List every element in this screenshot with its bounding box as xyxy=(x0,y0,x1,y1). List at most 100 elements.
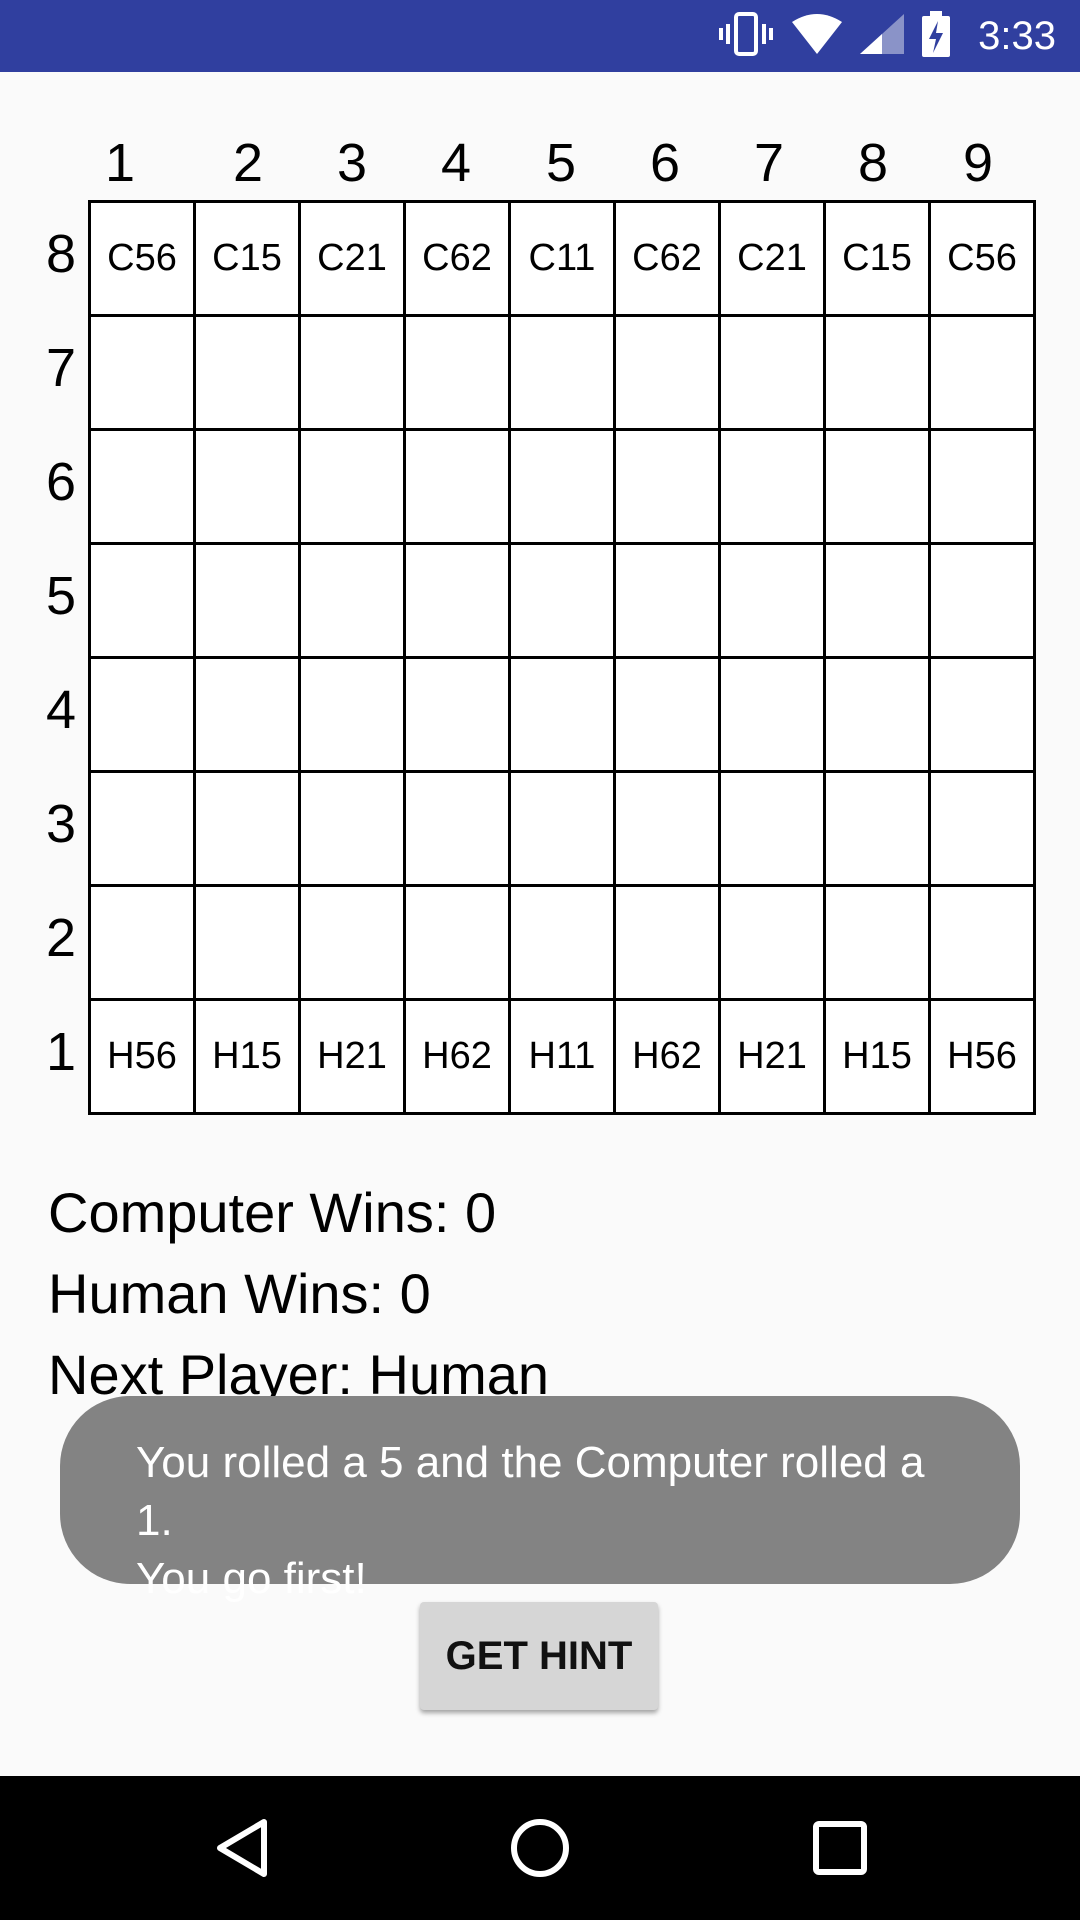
column-label: 3 xyxy=(336,133,368,193)
board-cell[interactable] xyxy=(511,545,613,656)
board-cell[interactable]: H56 xyxy=(91,1001,193,1112)
board-cell[interactable] xyxy=(91,431,193,542)
toast-message: You rolled a 5 and the Computer rolled a… xyxy=(60,1396,1020,1603)
board-cell[interactable]: H21 xyxy=(301,1001,403,1112)
board-cell[interactable] xyxy=(301,431,403,542)
board-cell[interactable] xyxy=(406,431,508,542)
board-cell[interactable] xyxy=(721,431,823,542)
board-cell[interactable] xyxy=(91,773,193,884)
board-cell[interactable] xyxy=(616,431,718,542)
board-cell[interactable] xyxy=(826,887,928,998)
board-cell[interactable] xyxy=(616,887,718,998)
board-cell[interactable] xyxy=(196,773,298,884)
board-cell[interactable] xyxy=(406,887,508,998)
status-time: 3:33 xyxy=(978,13,1056,58)
get-hint-button[interactable]: GET HINT xyxy=(420,1602,658,1710)
status-bar: 3:33 xyxy=(0,0,1080,72)
battery-charging-icon xyxy=(922,10,951,62)
board-cell[interactable]: H62 xyxy=(616,1001,718,1112)
board-cell[interactable] xyxy=(511,659,613,770)
board-cell[interactable] xyxy=(721,545,823,656)
board-cell[interactable] xyxy=(931,317,1033,428)
column-label: 8 xyxy=(857,133,889,193)
board-cell[interactable] xyxy=(301,317,403,428)
board-cell[interactable] xyxy=(406,317,508,428)
board-cell[interactable] xyxy=(91,317,193,428)
wifi-icon xyxy=(792,13,843,59)
board-cell[interactable] xyxy=(511,887,613,998)
board-cell[interactable] xyxy=(931,545,1033,656)
column-label: 6 xyxy=(649,133,681,193)
recents-icon[interactable] xyxy=(808,1816,872,1880)
stats-panel: Computer Wins: 0 Human Wins: 0 Next Play… xyxy=(48,1172,549,1415)
board-cell[interactable] xyxy=(616,659,718,770)
board-cell[interactable]: C21 xyxy=(301,203,403,314)
board-cell[interactable]: H15 xyxy=(826,1001,928,1112)
board-cell[interactable]: C11 xyxy=(511,203,613,314)
board-cell[interactable] xyxy=(721,659,823,770)
board-cell[interactable] xyxy=(406,545,508,656)
board-cell[interactable] xyxy=(616,545,718,656)
board-cell[interactable] xyxy=(931,431,1033,542)
board-cell[interactable] xyxy=(931,887,1033,998)
column-label: 9 xyxy=(962,133,994,193)
board-cell[interactable] xyxy=(196,545,298,656)
board-cell[interactable]: C56 xyxy=(91,203,193,314)
board-cell[interactable] xyxy=(301,773,403,884)
board-cell[interactable] xyxy=(511,773,613,884)
board-cell[interactable] xyxy=(616,773,718,884)
home-icon[interactable] xyxy=(508,1816,572,1880)
board-cell[interactable] xyxy=(826,659,928,770)
board-cell[interactable]: H11 xyxy=(511,1001,613,1112)
board-cell[interactable]: H21 xyxy=(721,1001,823,1112)
board-cell[interactable] xyxy=(511,317,613,428)
board-cell[interactable]: C56 xyxy=(931,203,1033,314)
board-cell[interactable] xyxy=(721,773,823,884)
board-cell[interactable] xyxy=(196,431,298,542)
column-labels: 1 2 3 4 5 6 7 8 9 xyxy=(0,128,1080,198)
board-cell[interactable]: C62 xyxy=(406,203,508,314)
row-label: 5 xyxy=(45,566,77,626)
computer-wins: Computer Wins: 0 xyxy=(48,1181,497,1244)
row-label: 7 xyxy=(45,338,77,398)
board-cell[interactable] xyxy=(721,317,823,428)
board-cell[interactable] xyxy=(196,659,298,770)
row-label: 8 xyxy=(45,224,77,284)
column-label: 4 xyxy=(440,133,472,193)
board-cell[interactable] xyxy=(406,773,508,884)
board-cell[interactable] xyxy=(196,887,298,998)
column-label: 7 xyxy=(753,133,785,193)
board-cell[interactable]: H15 xyxy=(196,1001,298,1112)
game-board: C56 C15 C21 C62 C11 C62 C21 C15 C56 H56 H15 H21 H62 H… xyxy=(88,200,1036,1115)
board-cell[interactable]: C15 xyxy=(826,203,928,314)
row-label: 3 xyxy=(45,794,77,854)
board-cell[interactable] xyxy=(511,431,613,542)
cellular-signal-icon xyxy=(860,13,905,59)
board-cell[interactable]: C15 xyxy=(196,203,298,314)
status-icons: 3:33 xyxy=(718,0,1056,72)
board-cell[interactable] xyxy=(616,317,718,428)
board-cell[interactable] xyxy=(406,659,508,770)
board-cell[interactable] xyxy=(826,545,928,656)
board-cell[interactable]: H62 xyxy=(406,1001,508,1112)
row-label: 2 xyxy=(45,908,77,968)
board-cell[interactable] xyxy=(931,773,1033,884)
board-cell[interactable] xyxy=(91,659,193,770)
board-cell[interactable] xyxy=(826,317,928,428)
board-cell[interactable] xyxy=(931,659,1033,770)
board-cell[interactable]: H56 xyxy=(931,1001,1033,1112)
board-cell[interactable] xyxy=(826,773,928,884)
board-cell[interactable] xyxy=(91,887,193,998)
board-cell[interactable] xyxy=(91,545,193,656)
board-cell[interactable] xyxy=(196,317,298,428)
board-cell[interactable]: C62 xyxy=(616,203,718,314)
back-icon[interactable] xyxy=(212,1816,276,1880)
board-cell[interactable]: C21 xyxy=(721,203,823,314)
human-wins: Human Wins: 0 xyxy=(48,1262,431,1325)
board-cell[interactable] xyxy=(721,887,823,998)
row-label: 6 xyxy=(45,452,77,512)
board-cell[interactable] xyxy=(301,887,403,998)
board-cell[interactable] xyxy=(826,431,928,542)
board-cell[interactable] xyxy=(301,545,403,656)
board-cell[interactable] xyxy=(301,659,403,770)
